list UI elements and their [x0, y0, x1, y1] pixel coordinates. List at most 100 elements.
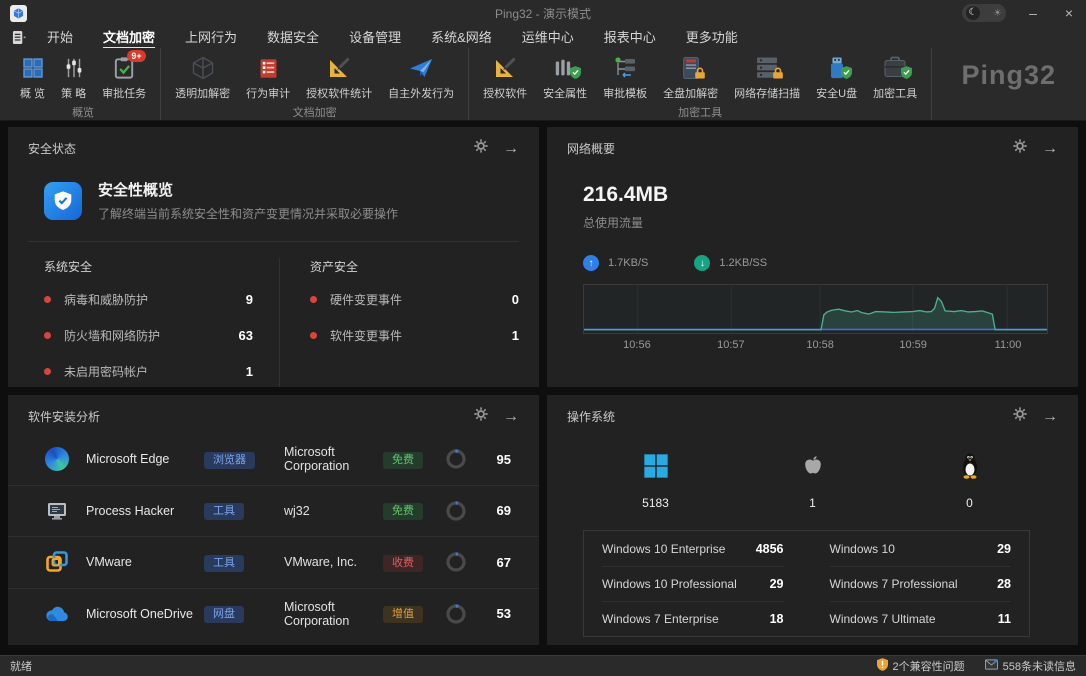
server-lock-icon	[754, 54, 780, 82]
list-item[interactable]: 硬件变更事件0	[310, 291, 519, 308]
gear-icon[interactable]	[474, 407, 488, 426]
sun-icon: ☀	[993, 8, 1002, 19]
overview-button[interactable]: 概 览	[12, 51, 53, 101]
fence-shield-icon	[553, 54, 577, 82]
window-title: Ping32 - 演示模式	[495, 5, 591, 22]
price-badge: 收费	[383, 555, 423, 572]
panel-title: 操作系统	[567, 408, 1013, 425]
software-row-edge[interactable]: Microsoft Edge 浏览器 Microsoft Corporation…	[8, 434, 539, 485]
tab-report-center[interactable]: 报表中心	[589, 26, 671, 48]
category-badge: 工具	[204, 503, 244, 520]
tab-device-management[interactable]: 设备管理	[334, 26, 416, 48]
tab-document-encryption[interactable]: 文档加密	[88, 26, 170, 48]
statusbar: 就绪 2个兼容性问题 558条未读信息	[0, 655, 1086, 676]
list-item[interactable]: 软件变更事件1	[310, 327, 519, 344]
encryption-tools-button[interactable]: 加密工具	[865, 51, 925, 101]
list-item[interactable]: 未启用密码帐户1	[44, 363, 253, 380]
mini-shield-icon	[901, 66, 912, 84]
tab-more-features[interactable]: 更多功能	[671, 26, 753, 48]
theme-toggle[interactable]: ☾ ☀	[962, 4, 1006, 22]
cube-icon	[190, 54, 216, 82]
status-dot	[310, 296, 317, 303]
vmware-app-icon	[44, 549, 70, 575]
panel-operating-systems: 操作系统 → 5183 1 0	[547, 395, 1078, 645]
chart-x-axis: 10:56 10:57 10:58 10:59 11:00	[583, 339, 1048, 355]
gear-icon[interactable]	[1013, 139, 1027, 158]
approval-clipboard-icon: 9+	[112, 54, 137, 82]
table-row: Windows 1029	[830, 531, 1012, 566]
approval-tasks-button[interactable]: 9+ 审批任务	[94, 51, 154, 101]
arrow-right-icon[interactable]: →	[503, 142, 519, 156]
briefcase-shield-icon	[882, 54, 908, 82]
approval-badge: 9+	[127, 50, 145, 62]
category-badge: 工具	[204, 555, 244, 572]
upload-arrow-icon: ↑	[583, 255, 599, 271]
brand-watermark: Ping32	[961, 60, 1056, 91]
panel-security-status: 安全状态 → 安全性概览 了解终端当前系统安全性和资产变更情况并采取必要操作 系…	[8, 127, 539, 387]
tab-ops-center[interactable]: 运维中心	[507, 26, 589, 48]
edge-app-icon	[44, 446, 70, 472]
sliders-icon	[63, 54, 85, 82]
table-row: Windows 10 Professional29	[602, 566, 784, 601]
score-ring	[445, 603, 467, 625]
tab-system-network[interactable]: 系统&网络	[416, 26, 507, 48]
panel-network-summary: 网络概要 → 216.4MB 总使用流量 ↑1.7KB/S ↓1.2KB/SS …	[547, 127, 1078, 387]
score-ring	[445, 551, 467, 573]
moon-icon: ☾	[966, 6, 980, 20]
score-ring	[445, 448, 467, 470]
status-dot	[44, 296, 51, 303]
audit-list-icon	[257, 54, 280, 82]
gear-icon[interactable]	[1013, 407, 1027, 426]
status-dot	[310, 332, 317, 339]
list-item[interactable]: 防火墙和网络防护63	[44, 327, 253, 344]
ruler-pencil-icon	[492, 54, 518, 82]
network-storage-scan-button[interactable]: 网络存储扫描	[726, 51, 808, 101]
status-dot	[44, 368, 51, 375]
mini-lock-icon	[694, 66, 706, 84]
total-traffic-label: 总使用流量	[583, 214, 1048, 231]
table-row: Windows 7 Ultimate11	[830, 601, 1012, 636]
arrow-right-icon[interactable]: →	[1042, 142, 1058, 156]
gear-icon[interactable]	[474, 139, 488, 158]
policy-button[interactable]: 策 略	[53, 51, 94, 101]
transparent-encryption-button[interactable]: 透明加解密	[167, 51, 238, 101]
price-badge: 免费	[383, 452, 423, 469]
software-row-process-hacker[interactable]: Process Hacker 工具 wj32 免费 69	[8, 485, 539, 537]
onedrive-app-icon	[44, 601, 70, 627]
minimize-button[interactable]: –	[1024, 5, 1042, 21]
tab-web-behavior[interactable]: 上网行为	[170, 26, 252, 48]
behavior-audit-button[interactable]: 行为审计	[238, 51, 298, 101]
secure-usb-button[interactable]: 安全U盘	[808, 51, 865, 101]
category-badge: 浏览器	[204, 452, 255, 469]
software-row-onedrive[interactable]: Microsoft OneDrive 网盘 Microsoft Corporat…	[8, 588, 539, 640]
tab-start[interactable]: 开始	[32, 26, 88, 48]
file-menu-icon[interactable]	[12, 30, 26, 45]
download-speed: ↓1.2KB/SS	[694, 255, 767, 271]
setsquare-pencil-icon	[326, 54, 352, 82]
warning-shield-icon	[877, 658, 888, 674]
authorized-software-stats-button[interactable]: 授权软件统计	[298, 51, 380, 101]
apple-logo-icon	[800, 452, 826, 485]
grid-icon	[21, 54, 45, 82]
tab-data-security[interactable]: 数据安全	[252, 26, 334, 48]
status-ready: 就绪	[10, 658, 32, 674]
full-disk-encryption-button[interactable]: 全盘加解密	[655, 51, 726, 101]
close-button[interactable]: ×	[1060, 5, 1078, 21]
authorized-software-button[interactable]: 授权软件	[475, 51, 535, 101]
arrow-right-icon[interactable]: →	[1042, 410, 1058, 424]
ssd-lock-icon	[680, 54, 702, 82]
system-security-group: 系统安全 病毒和威胁防护9 防火墙和网络防护63 未启用密码帐户1	[44, 258, 279, 387]
x-tick: 11:00	[995, 339, 1022, 351]
group-label-doc-encryption: 文档加密	[167, 101, 462, 125]
self-outgoing-button[interactable]: 自主外发行为	[380, 51, 462, 101]
security-attributes-button[interactable]: 安全属性	[535, 51, 595, 101]
approval-template-button[interactable]: 审批模板	[595, 51, 655, 101]
linux-tux-icon	[958, 452, 982, 485]
arrow-right-icon[interactable]: →	[503, 410, 519, 424]
menubar: 开始 文档加密 上网行为 数据安全 设备管理 系统&网络 运维中心 报表中心 更…	[0, 26, 1086, 48]
os-windows: 5183	[577, 452, 734, 510]
list-item[interactable]: 病毒和威胁防护9	[44, 291, 253, 308]
compatibility-issues[interactable]: 2个兼容性问题	[877, 658, 965, 674]
unread-messages[interactable]: 558条未读信息	[985, 658, 1076, 674]
software-row-vmware[interactable]: VMware 工具 VMware, Inc. 收费 67	[8, 536, 539, 588]
